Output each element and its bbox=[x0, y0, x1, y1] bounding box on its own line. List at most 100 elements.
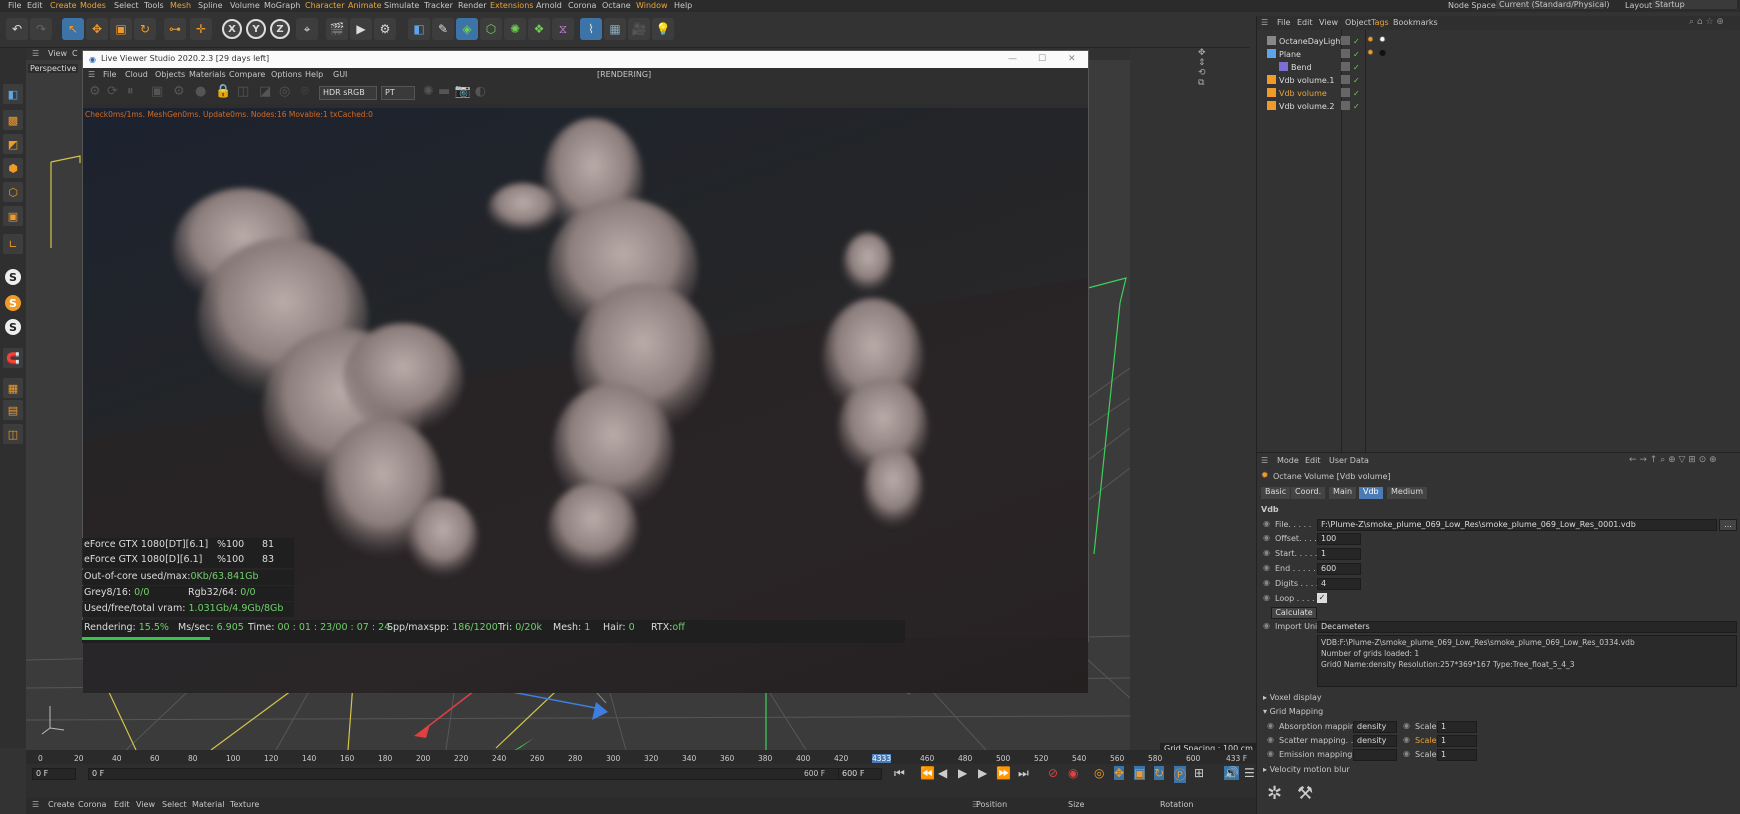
mm-menu-view[interactable]: View bbox=[136, 800, 155, 809]
mograph-icon[interactable]: ❖ bbox=[528, 18, 550, 40]
keyframe-dot-icon[interactable]: ◉ bbox=[1263, 548, 1270, 557]
menu-window[interactable]: Window bbox=[636, 1, 668, 10]
menu-mesh[interactable]: Mesh bbox=[170, 1, 191, 10]
lv-menu-help[interactable]: Help bbox=[305, 70, 323, 79]
menu-spline[interactable]: Spline bbox=[198, 1, 223, 10]
edges-mode-icon[interactable]: ⬡ bbox=[3, 182, 23, 202]
render-settings-icon[interactable]: ⚙ bbox=[374, 18, 396, 40]
coordinate-system-icon[interactable]: ⌖ bbox=[296, 18, 318, 40]
om-menu-bookmarks[interactable]: Bookmarks bbox=[1393, 18, 1438, 27]
play-icon[interactable]: ▶ bbox=[958, 766, 967, 780]
menu-octane[interactable]: Octane bbox=[602, 1, 631, 10]
subdivision-icon[interactable]: ◈ bbox=[456, 18, 478, 40]
extrude-icon[interactable]: ◫ bbox=[3, 424, 23, 444]
om-menu-edit[interactable]: Edit bbox=[1297, 18, 1313, 27]
octane-tag-icon[interactable]: ✹ bbox=[1367, 35, 1374, 44]
script-s3-icon[interactable]: S bbox=[5, 319, 21, 335]
mm-menu-material[interactable]: Material bbox=[192, 800, 225, 809]
keyframe-dot-icon[interactable]: ◉ bbox=[1263, 578, 1270, 587]
timeline-ruler[interactable]: 0 20 40 60 80 100 120 140 160 180 200 22… bbox=[26, 750, 1256, 764]
import-unit-select[interactable]: Decameters bbox=[1317, 621, 1737, 633]
record-icon[interactable]: ⊘ bbox=[1048, 766, 1058, 780]
visibility-toggle-icon[interactable]: ✓ bbox=[1341, 101, 1362, 111]
file-path-field[interactable]: F:\Plume-Z\smoke_plume_069_Low_Res\smoke… bbox=[1317, 519, 1717, 531]
playback-sound-icon[interactable]: 🔊 bbox=[1224, 766, 1239, 780]
light-tag-icon[interactable]: ✹ bbox=[1379, 35, 1386, 44]
lv-menu-file[interactable]: File bbox=[103, 70, 116, 79]
viewport-menu-view[interactable]: View bbox=[48, 49, 67, 58]
visibility-toggle-icon[interactable]: ✓ bbox=[1341, 62, 1362, 72]
clay-mode-icon[interactable]: ✺ ▬ 📷 ◐ bbox=[423, 84, 486, 99]
scale-tool-icon[interactable]: ▣ bbox=[110, 18, 132, 40]
z-axis-lock-icon[interactable]: Z bbox=[270, 19, 290, 39]
object-row-octanedaylight[interactable]: OctaneDayLight ✓ ✹ ✹ bbox=[1267, 35, 1386, 48]
prev-frame-icon[interactable]: ◀ bbox=[938, 766, 947, 780]
menu-modes[interactable]: Modes bbox=[80, 1, 106, 10]
layout-select[interactable]: Startup bbox=[1652, 0, 1737, 9]
menu-tools[interactable]: Tools bbox=[144, 1, 164, 10]
undo-icon[interactable]: ↶ bbox=[6, 18, 28, 40]
object-row-bend[interactable]: Bend ✓ bbox=[1279, 62, 1360, 74]
lv-menu-options[interactable]: Options bbox=[271, 70, 302, 79]
key-position-icon[interactable]: ✥ bbox=[1114, 766, 1125, 780]
keyframe-dot-icon[interactable]: ◉ bbox=[1267, 721, 1274, 730]
loop-checkbox[interactable]: ✓ bbox=[1317, 593, 1327, 603]
tab-medium[interactable]: Medium bbox=[1387, 487, 1427, 499]
scatter-select[interactable]: density bbox=[1353, 735, 1397, 747]
rotate-tool-icon[interactable]: ↻ bbox=[134, 18, 156, 40]
effector-icon[interactable]: ✺ bbox=[504, 18, 526, 40]
tab-coord[interactable]: Coord. bbox=[1291, 487, 1326, 499]
end-frame-field[interactable]: 600 F bbox=[838, 768, 882, 780]
node-space-select[interactable]: Current (Standard/Physical) bbox=[1496, 0, 1609, 9]
object-row-vdb-volume-2[interactable]: Vdb volume.2 ✓ bbox=[1267, 101, 1360, 113]
viewport-hamburger-icon[interactable]: ☰ bbox=[32, 49, 39, 58]
key-scale-icon[interactable]: ▣ bbox=[1134, 766, 1146, 780]
start-field[interactable]: 1 bbox=[1317, 548, 1361, 560]
am-menu-mode[interactable]: Mode bbox=[1277, 456, 1299, 465]
keyframe-dot-icon[interactable]: ◉ bbox=[1267, 749, 1274, 758]
digits-field[interactable]: 4 bbox=[1317, 578, 1361, 590]
keyframe-dot-icon[interactable]: ◉ bbox=[1403, 735, 1410, 744]
axis-icon[interactable]: ✛ bbox=[190, 18, 212, 40]
om-menu-file[interactable]: File bbox=[1277, 18, 1290, 27]
menu-volume[interactable]: Volume bbox=[230, 1, 260, 10]
menu-mograph[interactable]: MoGraph bbox=[264, 1, 300, 10]
start-frame-field[interactable]: 0 F bbox=[32, 768, 76, 780]
am-nav-icons[interactable]: ← → ↑ ⌕ ⊕ ▽ ⊞ ⊙ ⊕ bbox=[1629, 455, 1717, 465]
menu-character[interactable]: Character bbox=[305, 1, 345, 10]
live-viewer-hamburger-icon[interactable]: ☰ bbox=[88, 70, 95, 79]
floor-icon[interactable]: ▦ bbox=[604, 18, 626, 40]
am-hamburger-icon[interactable]: ☰ bbox=[1261, 456, 1268, 465]
pause-render-icon[interactable]: ⏸ bbox=[127, 84, 134, 99]
lv-menu-cloud[interactable]: Cloud bbox=[125, 70, 148, 79]
object-row-vdb-volume-1[interactable]: Vdb volume.1 ✓ bbox=[1267, 75, 1360, 87]
menu-file[interactable]: File bbox=[8, 1, 21, 10]
om-search-icon[interactable]: ⌕ ⌂ ☆ ⊕ bbox=[1689, 17, 1724, 27]
tab-basic[interactable]: Basic bbox=[1261, 487, 1291, 499]
keyframe-dot-icon[interactable]: ◉ bbox=[1403, 721, 1410, 730]
polygons-mode-icon[interactable]: ▣ bbox=[3, 206, 23, 226]
minimize-icon[interactable]: — bbox=[1008, 54, 1017, 64]
close-icon[interactable]: ✕ bbox=[1068, 54, 1076, 64]
am-menu-edit[interactable]: Edit bbox=[1305, 456, 1321, 465]
material-ball-tag-icon[interactable]: ● bbox=[1379, 48, 1386, 57]
scale3-field[interactable]: 1 bbox=[1437, 749, 1477, 761]
visibility-toggle-icon[interactable]: ✓ bbox=[1341, 75, 1362, 85]
focus-picker-icon[interactable]: ⌾ bbox=[301, 84, 309, 99]
snap-icon[interactable]: ⊶ bbox=[164, 18, 186, 40]
menu-help[interactable]: Help bbox=[674, 1, 692, 10]
tab-vdb[interactable]: Vdb bbox=[1359, 487, 1383, 499]
keyframe-dot-icon[interactable]: ◉ bbox=[1263, 533, 1270, 542]
lv-menu-compare[interactable]: Compare bbox=[229, 70, 265, 79]
live-viewer-titlebar[interactable]: ◉ Live Viewer Studio 2020.2.3 [29 days l… bbox=[83, 51, 1088, 68]
am-menu-user-data[interactable]: User Data bbox=[1329, 456, 1369, 465]
key-rotation-icon[interactable]: ↻ bbox=[1154, 766, 1165, 780]
offset-field[interactable]: 100 bbox=[1317, 533, 1361, 545]
mm-menu-edit[interactable]: Edit bbox=[114, 800, 130, 809]
key-param-icon[interactable]: Ⓟ bbox=[1174, 766, 1187, 783]
mm-menu-corona[interactable]: Corona bbox=[78, 800, 106, 809]
model-mode-icon[interactable]: ◧ bbox=[3, 84, 23, 104]
kernel-select[interactable]: PT bbox=[381, 86, 415, 100]
keyframe-dot-icon[interactable]: ◉ bbox=[1263, 519, 1270, 528]
visibility-toggle-icon[interactable]: ✓ bbox=[1341, 36, 1362, 46]
